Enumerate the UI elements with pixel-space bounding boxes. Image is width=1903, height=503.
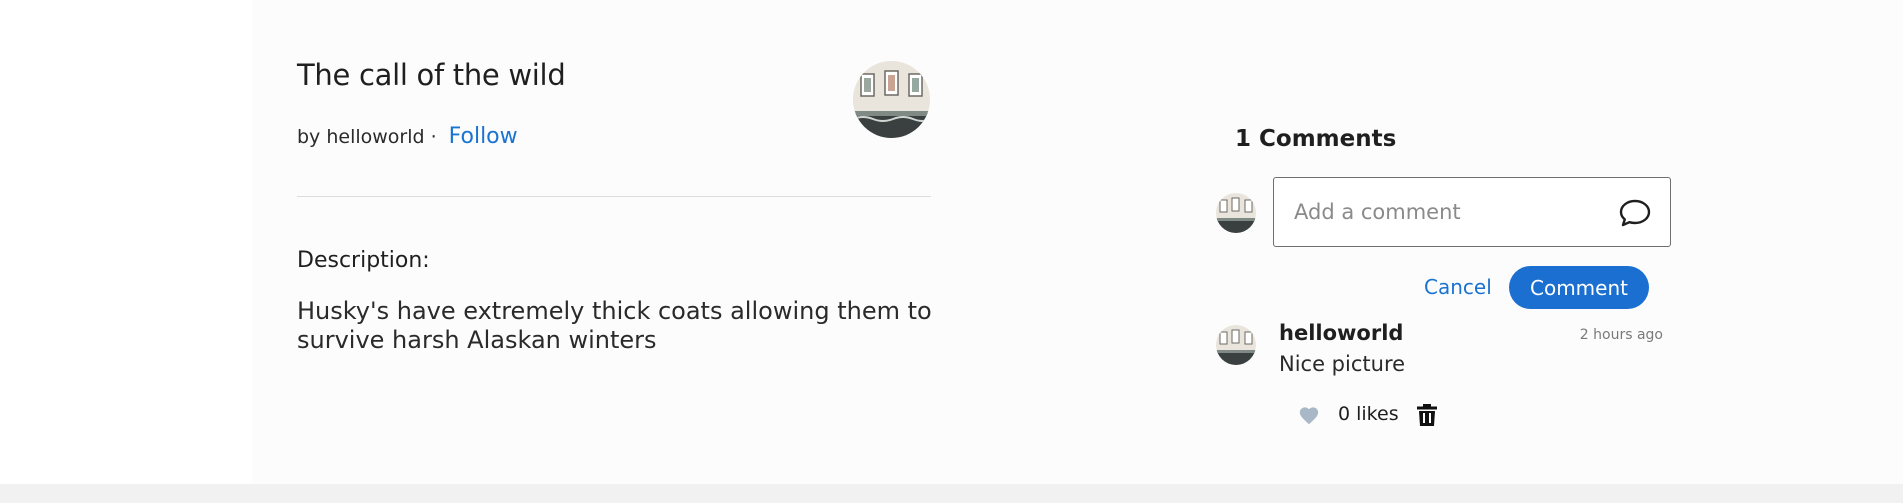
avatar-photo-icon [1216, 193, 1256, 233]
comment-timestamp: 2 hours ago [1579, 327, 1663, 343]
comment-author[interactable]: helloworld [1279, 321, 1403, 345]
description-label: Description: [297, 248, 430, 273]
avatar-photo-icon [853, 61, 930, 138]
divider [297, 196, 931, 197]
avatar-photo-icon [1216, 325, 1256, 365]
comment-input[interactable] [1294, 196, 1614, 228]
heart-icon[interactable] [1298, 405, 1320, 427]
byline-author: by helloworld [297, 125, 425, 148]
submit-comment-button[interactable]: Comment [1509, 266, 1649, 309]
comment-input-container [1273, 177, 1671, 247]
commenter-avatar[interactable] [1216, 325, 1256, 365]
chat-bubble-icon[interactable] [1618, 196, 1652, 230]
author-avatar[interactable] [853, 61, 930, 138]
cancel-button[interactable]: Cancel [1418, 266, 1498, 308]
byline-separator: · [430, 125, 437, 148]
follow-link[interactable]: Follow [449, 124, 518, 149]
footer-band [0, 484, 1903, 503]
page: The call of the wild by helloworld · Fol… [0, 0, 1903, 484]
byline: by helloworld · Follow [297, 124, 518, 149]
description-text: Husky's have extremely thick coats allow… [297, 297, 932, 354]
comments-heading: 1 Comments [1235, 126, 1397, 152]
trash-icon[interactable] [1416, 403, 1438, 427]
likes-count: 0 likes [1338, 403, 1399, 425]
post-title: The call of the wild [297, 58, 566, 92]
current-user-avatar [1216, 193, 1256, 233]
comment-body: Nice picture [1279, 352, 1406, 376]
